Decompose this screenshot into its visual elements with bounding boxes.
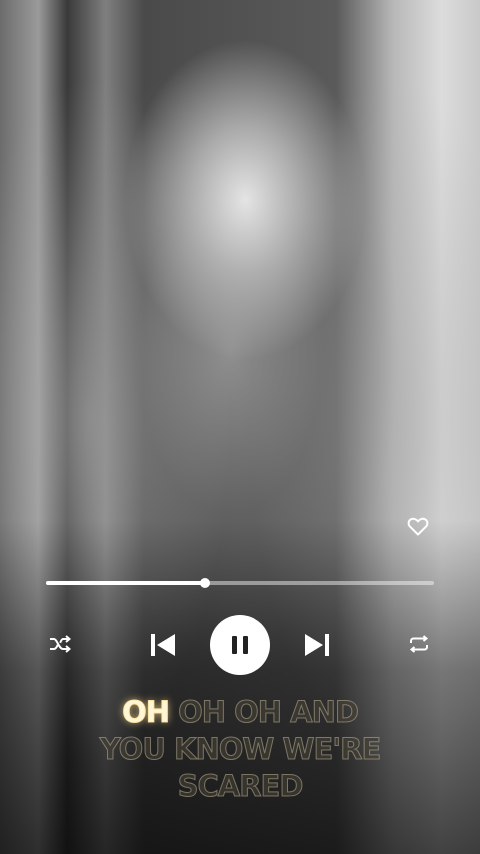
progress-bar[interactable]	[46, 578, 434, 588]
lyric-line-1-rest: OH OH AND	[169, 695, 360, 730]
repeat-button[interactable]	[405, 632, 433, 656]
lyric-active-word: OH	[122, 695, 171, 730]
progress-fill	[46, 581, 206, 585]
shuffle-icon	[50, 635, 71, 653]
previous-button[interactable]	[146, 630, 180, 660]
like-button[interactable]	[406, 514, 430, 538]
skip-previous-icon	[151, 634, 175, 656]
pause-icon	[232, 636, 248, 654]
skip-next-icon	[305, 634, 329, 656]
lyric-line-1: OH OH OH AND	[40, 694, 440, 731]
repeat-icon	[409, 635, 429, 653]
heart-icon	[407, 517, 429, 536]
next-button[interactable]	[300, 630, 334, 660]
lyric-line-3: SCARED	[177, 769, 304, 804]
shuffle-button[interactable]	[46, 632, 74, 656]
play-pause-button[interactable]	[210, 615, 270, 675]
lyric-line-2: YOU KNOW WE'RE	[99, 732, 382, 767]
lyrics-panel: OH OH OH AND YOU KNOW WE'RE SCARED	[40, 694, 440, 805]
